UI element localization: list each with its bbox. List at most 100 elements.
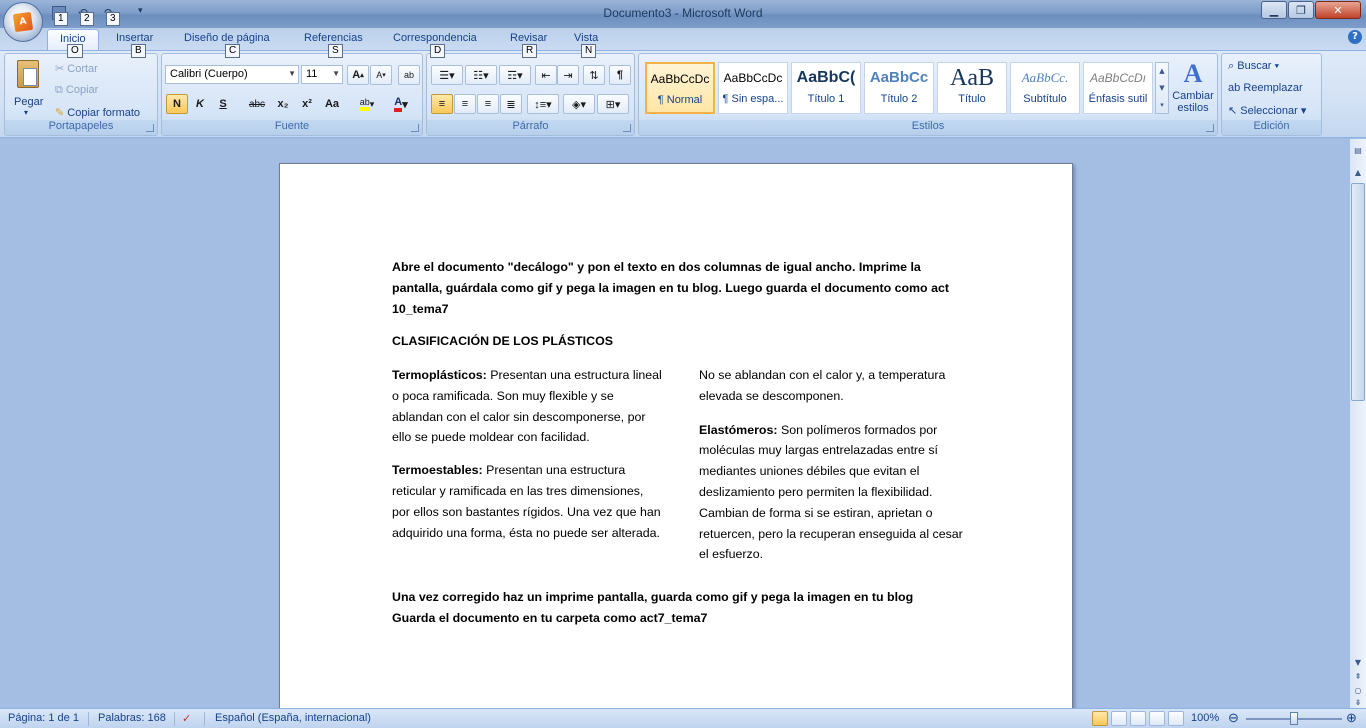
window-title: Documento3 - Microsoft Word	[603, 6, 763, 20]
restore-button[interactable]: ❐	[1288, 1, 1314, 19]
clear-format-button[interactable]: ab	[398, 65, 420, 85]
bold-button[interactable]: N	[166, 94, 188, 114]
decrease-indent-button[interactable]: ⇤	[535, 65, 557, 85]
superscript-button[interactable]: x²	[296, 94, 318, 114]
outline-view-icon[interactable]	[1149, 711, 1165, 726]
zoom-out-icon[interactable]: ⊖	[1228, 710, 1239, 726]
paste-button[interactable]	[13, 58, 43, 98]
language[interactable]: Español (España, internacional)	[215, 712, 371, 724]
font-name-combo[interactable]: Calibri (Cuerpo) ▼	[165, 65, 299, 84]
close-button[interactable]: ✕	[1315, 1, 1361, 19]
font-color-button[interactable]: A ▾	[386, 94, 416, 114]
italic-button[interactable]: K	[189, 94, 211, 114]
minimize-button[interactable]: ▁	[1261, 1, 1287, 19]
print-layout-view-icon[interactable]	[1092, 711, 1108, 726]
title-bar: Documento3 - Microsoft Word ▁ ❐ ✕	[0, 0, 1366, 28]
style-heading-2[interactable]: AaBbCc Título 2	[864, 62, 934, 114]
tab-diseno-pagina[interactable]: Diseño de página	[184, 32, 270, 44]
word-count[interactable]: Palabras: 168	[98, 712, 166, 724]
styles-scroll[interactable]: ▲ ▼ ▾	[1155, 62, 1169, 114]
show-marks-button[interactable]: ¶	[609, 65, 631, 85]
styles-launcher-icon[interactable]	[1206, 124, 1214, 132]
style-subtle-emphasis[interactable]: AaBbCcDı Énfasis sutil	[1083, 62, 1153, 114]
replace-icon: ab	[1228, 82, 1241, 94]
justify-button[interactable]: ≣	[500, 94, 522, 114]
style-heading-1[interactable]: AaBbC(Título 1	[791, 62, 861, 114]
group-styles: AaBbCcDc ¶ Normal AaBbCcDc ¶ Sin espa... A…	[638, 53, 1218, 136]
grow-font-button[interactable]: A ▴	[347, 65, 369, 85]
column-continuation: No se ablandan con el calor y, a tempera…	[699, 368, 946, 403]
font-size-combo[interactable]: 11 ▼	[301, 65, 343, 84]
tab-revisar[interactable]: Revisar	[510, 32, 547, 44]
previous-page-icon[interactable]: ⇞	[1352, 671, 1364, 683]
bold-icon: N	[173, 98, 181, 110]
style-title[interactable]: AaB Título	[937, 62, 1007, 114]
tab-correspondencia[interactable]: Correspondencia	[393, 32, 477, 44]
tab-vista[interactable]: Vista	[574, 32, 598, 44]
full-screen-reading-icon[interactable]	[1111, 711, 1127, 726]
paragraph-launcher-icon[interactable]	[623, 124, 631, 132]
scroll-thumb[interactable]	[1351, 183, 1365, 401]
underline-button[interactable]: S	[212, 94, 234, 114]
office-button[interactable]: A	[3, 2, 43, 42]
help-icon[interactable]: ?	[1348, 30, 1362, 44]
replace-button[interactable]: ab Reemplazar	[1228, 82, 1303, 94]
change-styles-label: Cambiar estilos	[1172, 90, 1214, 114]
format-painter-button[interactable]: ✎ Copiar formato	[55, 106, 140, 119]
zoom-level[interactable]: 100%	[1191, 712, 1219, 724]
web-layout-icon[interactable]	[1130, 711, 1146, 726]
binoculars-icon: ⌕	[1228, 60, 1235, 72]
vertical-scrollbar[interactable]: ▤ ▲ ▼ ⇞ ○ ⇟	[1350, 139, 1366, 708]
ruler-toggle-icon[interactable]: ▤	[1352, 145, 1364, 157]
strikethrough-button[interactable]: abc	[246, 94, 268, 114]
select-button[interactable]: ↖ Seleccionar ▾	[1228, 104, 1306, 117]
divider	[204, 712, 205, 726]
change-styles-button[interactable]: A Cambiar estilos	[1171, 58, 1215, 120]
style-no-spacing[interactable]: AaBbCcDc ¶ Sin espa...	[718, 62, 788, 114]
highlight-button[interactable]: ab ▾	[352, 94, 382, 114]
zoom-slider-thumb[interactable]	[1290, 712, 1298, 725]
sort-button[interactable]: ⇅	[583, 65, 605, 85]
clipboard-launcher-icon[interactable]	[146, 124, 154, 132]
font-size-value: 11	[306, 68, 318, 80]
tab-insertar[interactable]: Insertar	[116, 32, 153, 44]
column-right: No se ablandan con el calor y, a tempera…	[699, 365, 969, 565]
increase-indent-button[interactable]: ⇥	[557, 65, 579, 85]
style-sample: AaBbCc	[869, 69, 929, 86]
find-button[interactable]: ⌕ Buscar ▾	[1228, 60, 1279, 73]
keytip-diseno: C	[225, 44, 241, 58]
borders-button[interactable]: ⊞▾	[597, 94, 629, 114]
style-normal[interactable]: AaBbCcDc ¶ Normal	[645, 62, 715, 114]
multilevel-list-button[interactable]: ☶▾	[499, 65, 531, 85]
font-name-value: Calibri (Cuerpo)	[170, 68, 248, 80]
elastomeros-paragraph: Elastómeros: Son polímeros formados por …	[699, 420, 969, 566]
draft-view-icon[interactable]	[1168, 711, 1184, 726]
bullets-button[interactable]: ☰▾	[431, 65, 463, 85]
proofing-icon[interactable]: ✓	[182, 712, 191, 725]
align-center-button[interactable]: ≡	[454, 94, 476, 114]
copy-button[interactable]: ⧉ Copiar	[55, 84, 98, 97]
paste-dropdown-icon[interactable]: ▾	[24, 108, 28, 117]
browse-object-icon[interactable]: ○	[1352, 685, 1364, 697]
shrink-font-button[interactable]: A ▾	[370, 65, 392, 85]
change-case-button[interactable]: Aa	[321, 94, 343, 114]
subscript-button[interactable]: x₂	[272, 94, 294, 114]
qat-customize-icon[interactable]: ▾	[138, 6, 152, 20]
style-sample: AaBbCcDı	[1089, 71, 1147, 85]
style-subtitle[interactable]: AaBbCc. Subtítulo	[1010, 62, 1080, 114]
elastomeros-text: Son polímeros formados por moléculas muy…	[699, 422, 963, 562]
numbering-button[interactable]: ☷▾	[465, 65, 497, 85]
page-count[interactable]: Página: 1 de 1	[8, 712, 79, 724]
zoom-in-icon[interactable]: ⊕	[1346, 710, 1357, 726]
line-spacing-button[interactable]: ↕≡▾	[527, 94, 559, 114]
font-launcher-icon[interactable]	[411, 124, 419, 132]
align-left-button[interactable]: ≡	[431, 94, 453, 114]
document-page[interactable]: Abre el documento "decálogo" y pon el te…	[279, 163, 1073, 723]
scroll-up-icon[interactable]: ▲	[1352, 167, 1364, 179]
numbering-icon: ☷▾	[473, 69, 489, 82]
align-right-button[interactable]: ≡	[477, 94, 499, 114]
shading-button[interactable]: ◈▾	[563, 94, 595, 114]
tab-referencias[interactable]: Referencias	[304, 32, 363, 44]
cut-button[interactable]: ✂ Cortar	[55, 62, 98, 75]
scroll-down-icon[interactable]: ▼	[1352, 657, 1364, 669]
